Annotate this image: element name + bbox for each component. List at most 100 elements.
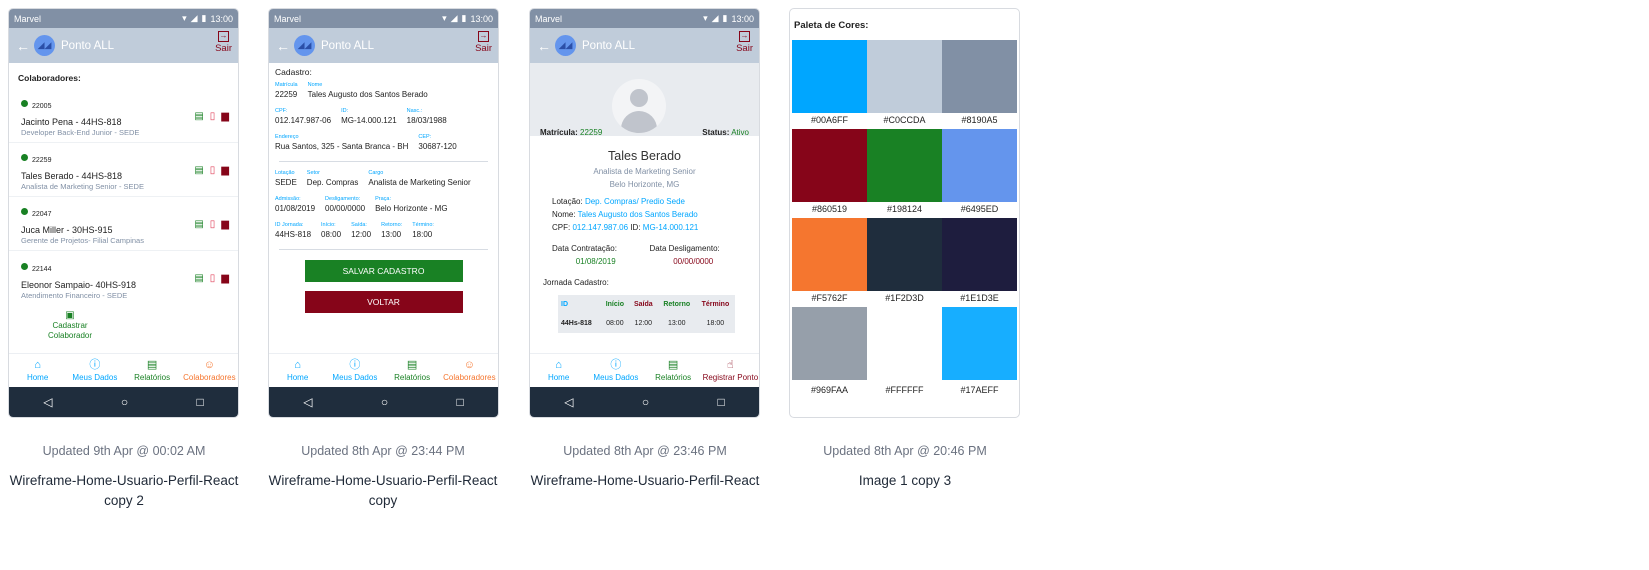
screen-thumbnail[interactable]: Marvel ▾ ◢ ▮ 13:00 ← ◢◢ Ponto ALL → Sair Col… — [8, 8, 239, 418]
app-logo: ◢◢ — [555, 35, 576, 56]
document-icon[interactable]: ▯ — [210, 165, 216, 176]
color-swatch — [942, 307, 1017, 380]
nav-meus-dados[interactable]: ⓘ Meus Dados — [587, 354, 644, 387]
list-item[interactable]: 22047 Juca Miller - 30HS-915 Gerente de … — [9, 197, 238, 251]
color-swatch — [792, 307, 867, 380]
trash-icon[interactable]: ▆ — [221, 165, 229, 176]
app-logo: ◢◢ — [294, 35, 315, 56]
logout-button[interactable]: → Sair — [215, 31, 232, 54]
clipboard-icon[interactable]: ▤ — [194, 273, 203, 284]
list-item[interactable]: 22144 Eleonor Sampaio- 40HS-918 Atendime… — [9, 251, 238, 305]
nav-relatorios[interactable]: ▤ Relatórios — [384, 354, 441, 387]
document-icon[interactable]: ▯ — [210, 219, 216, 230]
system-recents-icon[interactable]: □ — [197, 395, 204, 409]
field-value[interactable]: Tales Augusto dos Santos Berado — [308, 90, 428, 99]
logout-icon: → — [218, 31, 230, 42]
back-button[interactable]: VOLTAR — [304, 291, 463, 313]
card-title[interactable]: Wireframe-Home-Usuario-Perfil-React copy… — [0, 471, 254, 511]
th-id: ID — [561, 301, 568, 308]
clipboard-icon[interactable]: ▤ — [194, 111, 203, 122]
field-value[interactable]: 08:00 — [321, 230, 341, 239]
project-card-1[interactable]: Marvel ▾ ◢ ▮ 13:00 ← ◢◢ Ponto ALL → Sair Col… — [8, 8, 239, 508]
back-arrow-icon[interactable]: ← — [537, 38, 551, 54]
lotacao-label: Lotação: — [552, 197, 583, 206]
nav-home[interactable]: ⌂ Home — [530, 354, 587, 387]
screen-thumbnail[interactable]: Marvel ▾ ◢ ▮ 13:00 ← ◢◢ Ponto ALL → Sair Mat… — [529, 8, 760, 418]
logout-icon: → — [739, 31, 751, 42]
field-value[interactable]: 12:00 — [351, 230, 371, 239]
trash-icon[interactable]: ▆ — [221, 111, 229, 122]
employee-role: Atendimento Financeiro - SEDE — [21, 290, 128, 300]
logout-icon: → — [478, 31, 490, 42]
field-value[interactable]: 01/08/2019 — [275, 204, 315, 213]
nav-registrar-ponto[interactable]: ☝ Registrar Ponto — [702, 354, 759, 387]
save-button[interactable]: SALVAR CADASTRO — [304, 260, 463, 282]
nav-meus-dados[interactable]: ⓘ Meus Dados — [326, 354, 383, 387]
system-back-icon[interactable]: ◁ — [303, 395, 312, 409]
field-value[interactable]: 30687-120 — [418, 142, 456, 151]
nome-value: Tales Augusto dos Santos Berado — [577, 210, 698, 219]
field-value[interactable]: 18:00 — [412, 230, 434, 239]
logout-button[interactable]: → Sair — [736, 31, 753, 54]
field-value[interactable]: 22259 — [275, 90, 298, 99]
screen-thumbnail[interactable]: Paleta de Cores: #00A6FF #C0CCDA #8190A5 #8… — [789, 8, 1020, 418]
home-icon: ⌂ — [34, 359, 41, 371]
nav-meus-dados[interactable]: ⓘ Meus Dados — [66, 354, 123, 387]
system-nav-bar: ◁ ○ □ — [269, 387, 498, 417]
back-arrow-icon[interactable]: ← — [276, 38, 290, 54]
nav-home[interactable]: ⌂ Home — [9, 354, 66, 387]
card-title[interactable]: Image 1 copy 3 — [775, 471, 1035, 491]
system-recents-icon[interactable]: □ — [457, 395, 464, 409]
system-home-icon[interactable]: ○ — [381, 395, 388, 409]
logout-button[interactable]: → Sair — [475, 31, 492, 54]
system-back-icon[interactable]: ◁ — [43, 395, 52, 409]
clipboard-icon[interactable]: ▤ — [194, 219, 203, 230]
nav-home[interactable]: ⌂ Home — [269, 354, 326, 387]
list-item[interactable]: 22259 Tales Berado - 44HS-818 Analista d… — [9, 143, 238, 197]
field-value[interactable]: 012.147.987-06 — [275, 116, 331, 125]
field-value[interactable]: 13:00 — [381, 230, 402, 239]
field-value[interactable]: Rua Santos, 325 - Santa Branca - BH — [275, 142, 408, 151]
document-icon[interactable]: ▯ — [210, 111, 216, 122]
field-value[interactable]: Analista de Marketing Senior — [368, 178, 470, 187]
project-card-4[interactable]: Paleta de Cores: #00A6FF #C0CCDA #8190A5 #8… — [789, 8, 1020, 488]
system-recents-icon[interactable]: □ — [718, 395, 725, 409]
clipboard-icon[interactable]: ▤ — [194, 165, 203, 176]
field-value[interactable]: 00/00/0000 — [325, 204, 365, 213]
add-collaborator-button[interactable]: ▣ Cadastrar Colaborador — [25, 311, 115, 341]
trash-icon[interactable]: ▆ — [221, 273, 229, 284]
field-value[interactable]: Dep. Compras — [307, 178, 359, 187]
system-home-icon[interactable]: ○ — [642, 395, 649, 409]
employee-role: Gerente de Projetos- Filial Campinas — [21, 236, 144, 245]
field-value[interactable]: Belo Horizonte - MG — [375, 204, 447, 213]
nav-colaboradores[interactable]: ☺ Colaboradores — [441, 354, 498, 387]
id-card-icon: ▣ — [65, 310, 75, 321]
system-back-icon[interactable]: ◁ — [564, 395, 573, 409]
jornada-heading: Jornada Cadastro: — [543, 278, 609, 287]
project-card-2[interactable]: Marvel ▾ ◢ ▮ 13:00 ← ◢◢ Ponto ALL → Sair Cad… — [268, 8, 499, 508]
palette-heading: Paleta de Cores: — [794, 20, 869, 31]
trash-icon[interactable]: ▆ — [221, 219, 229, 230]
color-swatch-cell: #17AEFF — [942, 307, 1017, 399]
color-swatch-cell: #C0CCDA — [867, 40, 942, 129]
list-item[interactable]: 22005 Jacinto Pena - 44HS-818 Developer … — [9, 89, 238, 143]
nav-relatorios[interactable]: ▤ Relatórios — [124, 354, 181, 387]
th-termino: Término — [701, 301, 730, 308]
back-arrow-icon[interactable]: ← — [16, 38, 30, 54]
time-label: 13:00 — [210, 13, 233, 24]
nav-colaboradores[interactable]: ☺ Colaboradores — [181, 354, 238, 387]
nav-relatorios[interactable]: ▤ Relatórios — [645, 354, 702, 387]
color-swatch — [942, 40, 1017, 113]
screen-thumbnail[interactable]: Marvel ▾ ◢ ▮ 13:00 ← ◢◢ Ponto ALL → Sair Cad… — [268, 8, 499, 418]
field-value[interactable]: MG-14.000.121 — [341, 116, 397, 125]
card-title[interactable]: Wireframe-Home-Usuario-Perfil-React copy — [253, 471, 513, 511]
card-title[interactable]: Wireframe-Home-Usuario-Perfil-React — [515, 471, 775, 491]
field-label: Lotação — [275, 170, 295, 176]
field-value[interactable]: 18/03/1988 — [407, 116, 447, 125]
document-icon[interactable]: ▯ — [210, 273, 216, 284]
report-icon: ▤ — [146, 359, 158, 371]
field-value[interactable]: SEDE — [275, 178, 297, 187]
project-card-3[interactable]: Marvel ▾ ◢ ▮ 13:00 ← ◢◢ Ponto ALL → Sair Mat… — [529, 8, 760, 488]
field-value[interactable]: 44HS-818 — [275, 230, 311, 239]
system-home-icon[interactable]: ○ — [121, 395, 128, 409]
